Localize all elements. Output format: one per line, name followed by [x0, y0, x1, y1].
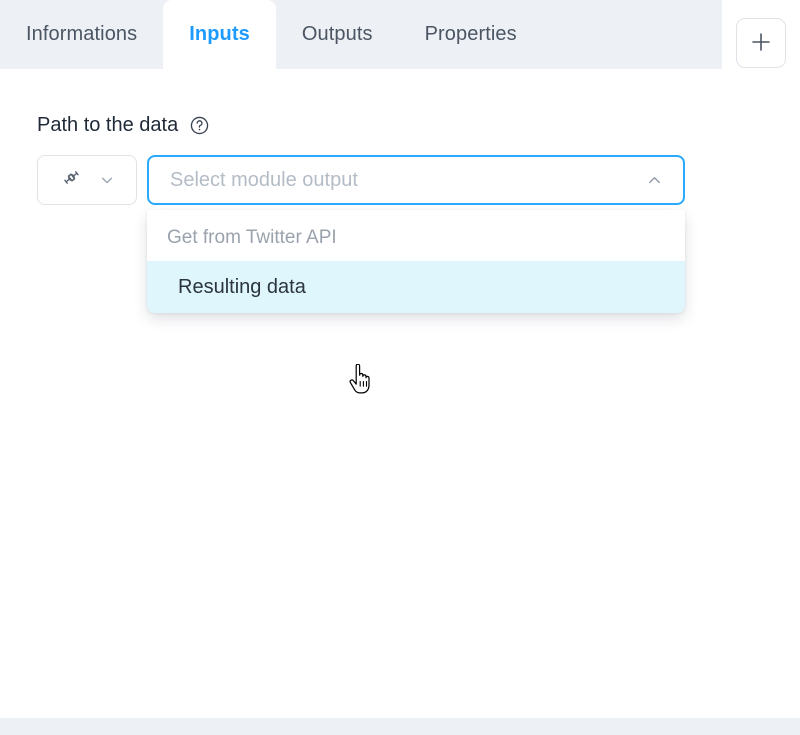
chevron-up-icon[interactable]	[645, 171, 664, 190]
tab-properties[interactable]: Properties	[399, 0, 543, 69]
path-to-data-label-group: Path to the data	[37, 114, 210, 137]
dropdown-option-resulting-data[interactable]: Resulting data	[147, 261, 685, 313]
module-inspector-panel: Informations Inputs Outputs Properties P…	[0, 0, 800, 735]
module-output-dropdown: Get from Twitter API Resulting data	[147, 210, 685, 313]
path-to-data-field-row: Select module output Get from Twitter AP…	[37, 155, 685, 313]
tab-inputs[interactable]: Inputs	[163, 0, 276, 69]
tab-properties-label: Properties	[424, 23, 517, 45]
connector-type-select[interactable]	[37, 155, 137, 205]
tab-outputs[interactable]: Outputs	[276, 0, 399, 69]
module-output-placeholder: Select module output	[170, 168, 358, 191]
dropdown-group-label: Get from Twitter API	[167, 226, 337, 248]
tab-bar: Informations Inputs Outputs Properties	[0, 0, 722, 69]
tab-informations[interactable]: Informations	[0, 0, 163, 69]
mouse-cursor-pointing-hand	[348, 363, 374, 396]
footer-strip	[0, 718, 800, 735]
add-button[interactable]	[736, 18, 786, 68]
dropdown-option-label: Resulting data	[178, 275, 306, 298]
inputs-panel-content: Path to the data Select module output Ge…	[0, 69, 800, 718]
plus-icon	[749, 30, 773, 57]
tab-inputs-label: Inputs	[189, 23, 250, 45]
module-output-select-wrapper: Select module output Get from Twitter AP…	[147, 155, 685, 313]
plug-connector-icon	[59, 165, 84, 195]
module-output-select[interactable]: Select module output	[147, 155, 685, 205]
chevron-down-icon	[98, 171, 116, 189]
tab-informations-label: Informations	[26, 23, 138, 45]
tab-outputs-label: Outputs	[301, 23, 373, 45]
question-circle-icon[interactable]	[189, 115, 210, 136]
page-title: Path to the data	[37, 114, 179, 136]
